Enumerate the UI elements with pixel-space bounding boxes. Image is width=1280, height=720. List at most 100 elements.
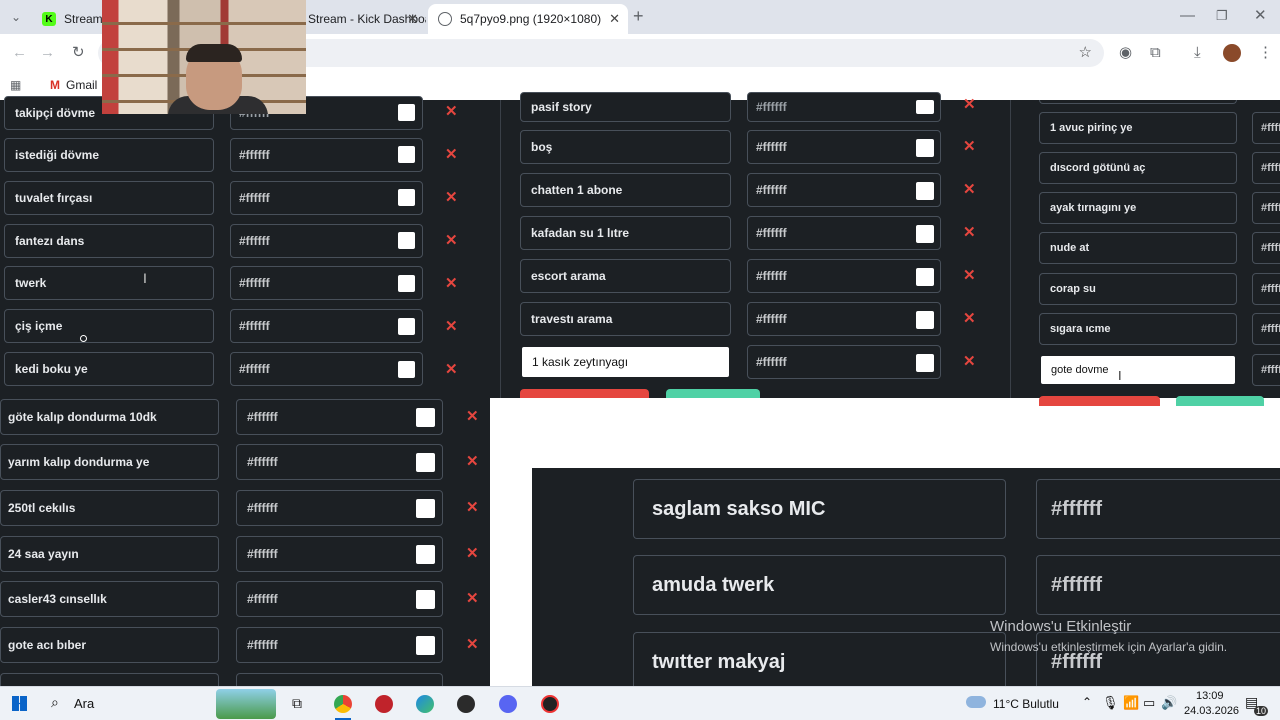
reward-color-input[interactable]: #ffffff: [230, 224, 423, 258]
reward-name-input[interactable]: fantezı dans: [4, 224, 214, 258]
delete-icon[interactable]: ✕: [963, 182, 976, 197]
delete-icon[interactable]: ✕: [963, 311, 976, 326]
reward-name-input[interactable]: göte kalıp dondurma 10dk: [0, 399, 219, 435]
reward-name-input[interactable]: istediği dövme: [4, 138, 214, 172]
reward-name-input[interactable]: kedi boku ye: [4, 352, 214, 386]
reward-name-input[interactable]: 1 avuc pirinç ye: [1039, 112, 1237, 144]
delete-icon[interactable]: ✕: [963, 139, 976, 154]
clock-time[interactable]: 13:09: [1196, 690, 1224, 702]
reward-name-input[interactable]: nude at: [1039, 232, 1237, 264]
color-swatch[interactable]: [916, 268, 934, 286]
color-swatch[interactable]: [398, 146, 415, 163]
close-window-icon[interactable]: ✕: [1254, 6, 1267, 26]
obs-icon[interactable]: [457, 695, 475, 713]
color-swatch[interactable]: [416, 408, 435, 427]
search-icon[interactable]: ⌕: [51, 694, 59, 711]
volume-icon[interactable]: 🔊: [1161, 695, 1177, 711]
color-swatch[interactable]: [398, 189, 415, 206]
reward-color-input[interactable]: #ffffff: [236, 627, 443, 663]
menu-icon[interactable]: ⋮: [1258, 43, 1273, 63]
reward-name-input[interactable]: escort arama: [520, 259, 731, 293]
reward-name-input[interactable]: corap su: [1039, 273, 1237, 305]
bookmark-star-icon[interactable]: ☆: [1079, 39, 1092, 67]
reward-color-input[interactable]: #ffffff: [230, 309, 423, 343]
apps-grid-icon[interactable]: ▦: [10, 78, 21, 92]
delete-icon[interactable]: ✕: [445, 147, 458, 162]
delete-icon[interactable]: ✕: [466, 637, 479, 652]
tab-kick-dashboard[interactable]: Stream - Kick Dashboa ✕: [300, 4, 426, 34]
bookmark-gmail[interactable]: Gmail: [66, 78, 97, 92]
delete-icon[interactable]: ✕: [445, 233, 458, 248]
forward-icon[interactable]: →: [40, 43, 55, 63]
color-swatch[interactable]: [916, 139, 934, 157]
reward-color-input[interactable]: #ffffff: [747, 345, 941, 379]
reward-color-input[interactable]: #ffffff: [236, 399, 443, 435]
clock-date[interactable]: 24.03.2026: [1184, 705, 1239, 717]
reward-color-input[interactable]: #ffffff: [236, 490, 443, 526]
task-view-icon[interactable]: ⧉: [292, 695, 302, 712]
reward-color-input[interactable]: #ffffff: [747, 130, 941, 164]
windows-start-icon[interactable]: [12, 696, 27, 711]
reward-name-input[interactable]: twıtter makyaj: [633, 632, 1006, 692]
reward-name-input-active[interactable]: 1 kasık zeytınyagı: [520, 345, 731, 379]
delete-icon[interactable]: ✕: [466, 591, 479, 606]
color-swatch[interactable]: [416, 590, 435, 609]
reward-name-input[interactable]: amuda twerk: [633, 555, 1006, 615]
delete-icon[interactable]: ✕: [445, 190, 458, 205]
edge-icon[interactable]: [416, 695, 434, 713]
add-button[interactable]: [666, 389, 760, 398]
reward-name-input[interactable]: kafadan su 1 lıtre: [520, 216, 731, 250]
color-swatch[interactable]: [398, 361, 415, 378]
reward-color-input[interactable]: #ffffff: [236, 581, 443, 617]
close-tab-icon[interactable]: ✕: [609, 11, 620, 27]
app-icon[interactable]: [375, 695, 393, 713]
delete-icon[interactable]: ✕: [445, 276, 458, 291]
reward-name-input[interactable]: boş: [520, 130, 731, 164]
color-swatch[interactable]: [398, 275, 415, 292]
color-swatch[interactable]: [398, 104, 415, 121]
reward-name-input[interactable]: pasif story: [520, 92, 731, 122]
reward-color-input[interactable]: #ffffff: [1252, 313, 1280, 345]
reward-name-input[interactable]: casler43 cınsellık: [0, 581, 219, 617]
reward-name-input[interactable]: twerk: [4, 266, 214, 300]
reward-color-input[interactable]: #ffffff: [747, 302, 941, 336]
reload-icon[interactable]: ↻: [72, 43, 85, 63]
close-tab-icon[interactable]: ✕: [407, 11, 418, 27]
delete-icon[interactable]: ✕: [466, 500, 479, 515]
color-swatch[interactable]: [916, 182, 934, 200]
discord-icon[interactable]: [499, 695, 517, 713]
tray-chevron-icon[interactable]: ⌃: [1082, 695, 1092, 709]
microphone-icon[interactable]: 🎙: [1102, 695, 1119, 711]
tab-search-icon[interactable]: ⌄: [11, 7, 21, 27]
color-swatch[interactable]: [416, 545, 435, 564]
reward-color-input[interactable]: #ffffff: [236, 444, 443, 480]
reward-color-input[interactable]: #ffffff: [230, 266, 423, 300]
reward-color-input[interactable]: #ffffff: [747, 173, 941, 207]
color-swatch[interactable]: [398, 318, 415, 335]
reward-name-input[interactable]: chatten 1 abone: [520, 173, 731, 207]
reward-name-input[interactable]: gote acı bıber: [0, 627, 219, 663]
reward-name-input[interactable]: dıscord götünü aç: [1039, 152, 1237, 184]
weather-text[interactable]: 11°C Bulutlu: [993, 697, 1059, 711]
extension-icon[interactable]: ◉: [1119, 43, 1132, 63]
delete-icon[interactable]: ✕: [445, 319, 458, 334]
color-swatch[interactable]: [916, 311, 934, 329]
maximize-icon[interactable]: ❐: [1216, 6, 1228, 26]
reward-color-input[interactable]: #ffffff: [230, 352, 423, 386]
reward-color-input[interactable]: #ffffff: [747, 259, 941, 293]
reward-color-input[interactable]: #ffffff: [1036, 479, 1280, 539]
save-button[interactable]: [520, 389, 649, 398]
tab-image[interactable]: 5q7pyo9.png (1920×1080) ✕: [428, 4, 628, 34]
reward-color-input[interactable]: #ffffff: [747, 92, 941, 122]
delete-icon[interactable]: ✕: [445, 104, 458, 119]
color-swatch[interactable]: [416, 499, 435, 518]
reward-name-input[interactable]: saglam sakso MIC: [633, 479, 1006, 539]
color-swatch[interactable]: [398, 232, 415, 249]
tab-kick-stream[interactable]: K Stream - K: [32, 4, 108, 34]
taskbar-search[interactable]: Ara: [74, 696, 94, 711]
delete-icon[interactable]: ✕: [466, 409, 479, 424]
reward-name-input[interactable]: ayak tırnagını ye: [1039, 192, 1237, 224]
reward-name-input[interactable]: çiş içme: [4, 309, 214, 343]
profile-avatar[interactable]: [1223, 44, 1241, 62]
color-swatch[interactable]: [416, 453, 435, 472]
